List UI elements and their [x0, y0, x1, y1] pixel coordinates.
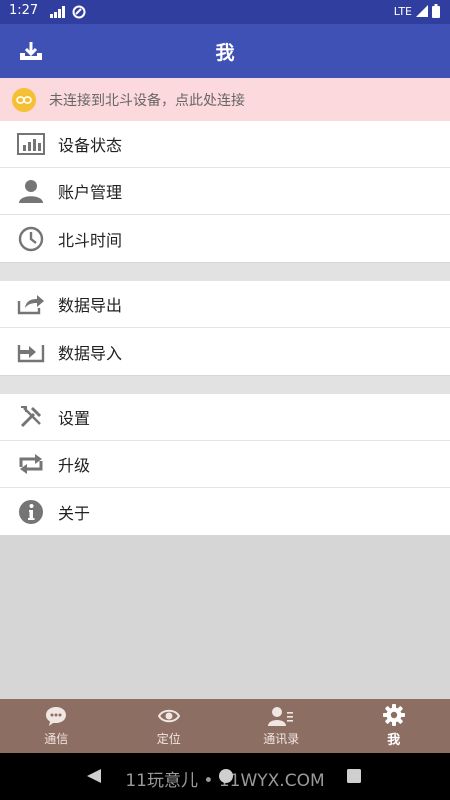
section-divider — [0, 376, 450, 394]
location-target-icon — [157, 709, 180, 723]
menu-item-account[interactable]: 账户管理 — [0, 168, 450, 215]
app-bar: 我 — [0, 24, 450, 78]
menu-item-label: 数据导入 — [58, 343, 123, 363]
repeat-icon — [19, 454, 43, 474]
connect-banner[interactable]: 未连接到北斗设备，点此处连接 — [0, 78, 450, 121]
sync-icon — [72, 5, 86, 19]
recents-icon[interactable] — [346, 768, 362, 784]
link-badge — [12, 87, 36, 112]
status-bar: 1:27 LTE — [0, 0, 450, 24]
menu-item-label: 升级 — [58, 456, 91, 475]
signal-icon — [50, 6, 65, 18]
tab-me[interactable]: 我 — [338, 699, 450, 753]
chat-bubble-icon — [46, 707, 67, 726]
cell-signal-icon — [416, 5, 428, 17]
bar-chart-icon — [17, 133, 45, 155]
menu-group-status: 设备状态 账户管理 北斗时间 — [0, 121, 450, 262]
info-icon — [19, 499, 43, 524]
menu-item-upgrade[interactable]: 升级 — [0, 441, 450, 488]
tools-icon — [20, 406, 42, 428]
menu-item-label: 北斗时间 — [58, 230, 123, 250]
system-navigation-bar: 11玩意儿 • 11WYX.COM — [0, 753, 450, 800]
home-icon[interactable] — [218, 768, 234, 784]
menu-item-data-import[interactable]: 数据导入 — [0, 328, 450, 375]
menu-item-label: 设置 — [58, 409, 91, 428]
tab-label: 我 — [387, 733, 401, 748]
menu-group-data: 数据导出 数据导入 — [0, 281, 450, 375]
tab-communication[interactable]: 通信 — [0, 699, 113, 753]
tab-location[interactable]: 定位 — [113, 699, 226, 753]
clock-icon — [18, 226, 44, 251]
page-title: 我 — [215, 42, 235, 64]
share-out-icon — [17, 295, 44, 315]
gear-icon — [382, 704, 405, 726]
battery-icon — [432, 4, 440, 18]
menu-item-beidou-time[interactable]: 北斗时间 — [0, 215, 450, 262]
tab-label: 通信 — [44, 732, 69, 746]
menu-item-label: 账户管理 — [58, 183, 123, 202]
banner-text: 未连接到北斗设备，点此处连接 — [49, 92, 245, 109]
menu-item-about[interactable]: 关于 — [0, 488, 450, 535]
network-type: LTE — [393, 4, 412, 18]
person-icon — [19, 180, 43, 203]
link-icon — [16, 95, 32, 104]
bottom-navigation: 通信 定位 通讯录 我 — [0, 699, 450, 753]
tab-contacts[interactable]: 通讯录 — [225, 699, 338, 753]
status-time: 1:27 — [9, 3, 39, 18]
menu-group-system: 设置 升级 关于 — [0, 394, 450, 535]
contacts-icon — [268, 707, 294, 726]
menu-item-data-export[interactable]: 数据导出 — [0, 281, 450, 328]
menu-item-settings[interactable]: 设置 — [0, 394, 450, 441]
menu-item-label: 设备状态 — [58, 136, 123, 155]
menu-item-label: 关于 — [58, 503, 91, 523]
menu-item-label: 数据导出 — [58, 296, 123, 315]
menu-item-device-status[interactable]: 设备状态 — [0, 121, 450, 168]
tab-label: 定位 — [156, 732, 181, 746]
section-divider — [0, 263, 450, 281]
tab-label: 通讯录 — [263, 732, 300, 746]
import-icon — [17, 344, 45, 362]
